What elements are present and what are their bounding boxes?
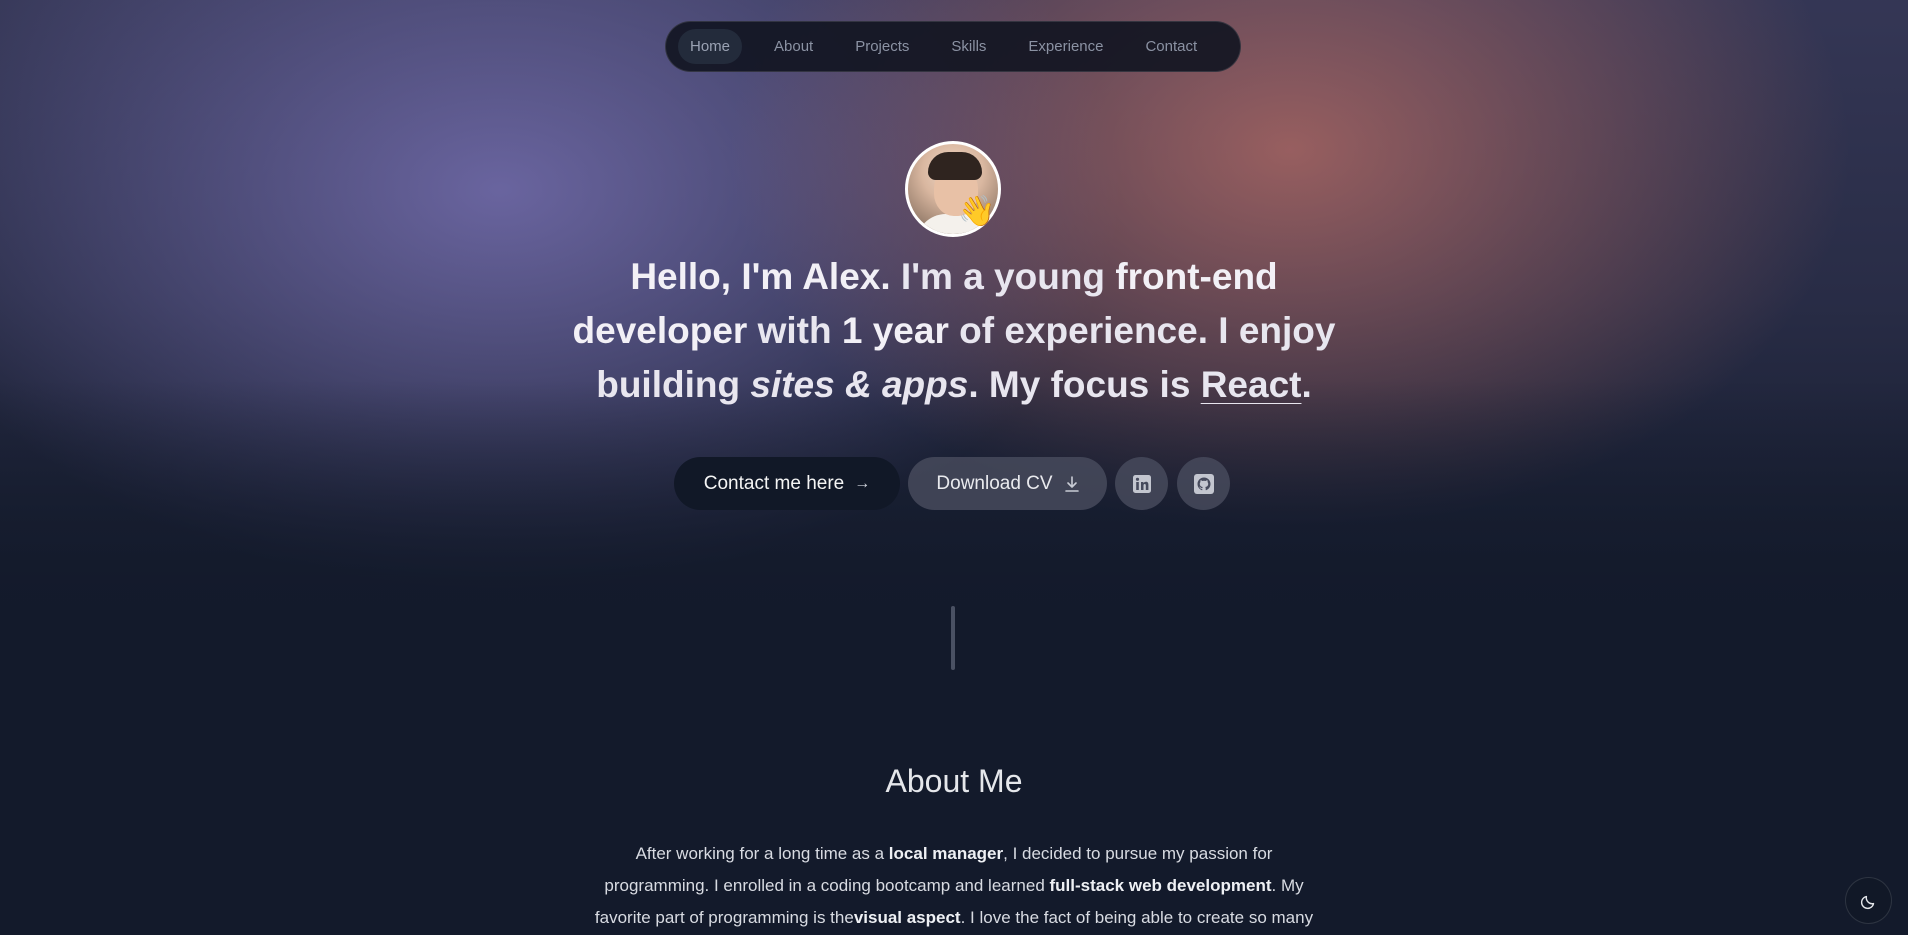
moon-icon bbox=[1860, 895, 1874, 909]
nav-item-projects[interactable]: Projects bbox=[843, 29, 921, 64]
github-icon bbox=[1193, 473, 1214, 494]
download-icon bbox=[1064, 475, 1079, 492]
nav-item-home[interactable]: Home bbox=[678, 29, 743, 64]
hero-focus: sites & apps bbox=[750, 364, 969, 405]
contact-me-button[interactable]: Contact me here → bbox=[674, 457, 900, 510]
hero-text-4: . My focus is bbox=[968, 364, 1201, 405]
about-paragraph: After working for a long time as a local… bbox=[584, 838, 1324, 934]
download-cv-label: Download CV bbox=[936, 472, 1053, 494]
hero-headline: Hello, I'm Alex. I'm a young front-end d… bbox=[554, 250, 1354, 412]
linkedin-icon bbox=[1132, 474, 1151, 493]
theme-toggle-button[interactable] bbox=[1845, 877, 1892, 924]
nav-item-experience[interactable]: Experience bbox=[1016, 29, 1115, 64]
nav-item-contact[interactable]: Contact bbox=[1133, 29, 1209, 64]
hero-greeting: Hello, I'm Alex. bbox=[630, 256, 891, 297]
hero-text-1: I'm a young bbox=[890, 256, 1116, 297]
hero-years: 1 year bbox=[841, 310, 949, 351]
about-text-1: After working for a long time as a bbox=[635, 844, 889, 863]
github-button[interactable] bbox=[1177, 457, 1230, 510]
hero-text-2: with bbox=[747, 310, 842, 351]
nav-item-skills[interactable]: Skills bbox=[939, 29, 998, 64]
about-title: About Me bbox=[885, 763, 1023, 799]
hero-actions: Contact me here → Download CV bbox=[674, 457, 1239, 510]
about-bold-2: full-stack web development bbox=[1049, 876, 1272, 895]
about-text-4: . I love the fact of being able to creat… bbox=[960, 908, 1314, 927]
about-bold-3: visual aspect bbox=[853, 908, 961, 927]
linkedin-button[interactable] bbox=[1115, 457, 1168, 510]
waving-hand-emoji: 👋 bbox=[958, 194, 996, 229]
top-navigation: Home About Projects Skills Experience Co… bbox=[665, 21, 1241, 72]
about-bold-1: local manager bbox=[888, 844, 1004, 863]
contact-me-label: Contact me here bbox=[703, 472, 845, 494]
arrow-right-icon: → bbox=[854, 474, 871, 492]
download-cv-button[interactable]: Download CV bbox=[908, 457, 1107, 510]
nav-item-about[interactable]: About bbox=[762, 29, 825, 64]
hero-tech: React bbox=[1200, 364, 1302, 405]
scroll-indicator bbox=[951, 606, 955, 670]
hero-background-fade bbox=[0, 380, 1908, 740]
avatar-hair bbox=[928, 152, 982, 180]
hero-text-5: . bbox=[1301, 364, 1312, 405]
